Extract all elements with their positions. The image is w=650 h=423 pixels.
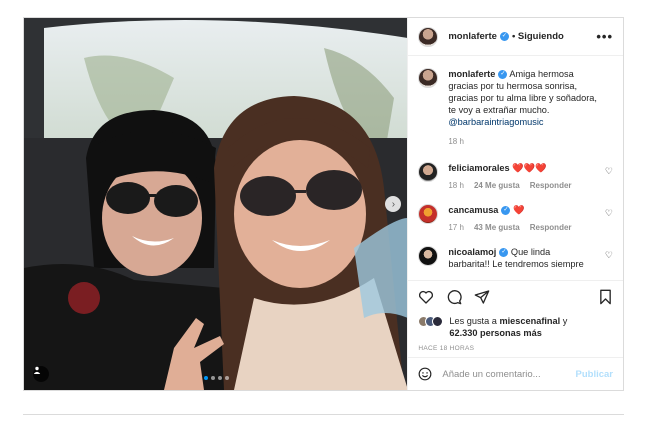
comment-username[interactable]: feliciamorales	[448, 163, 509, 173]
comment-likes[interactable]: 24 Me gusta	[474, 180, 520, 192]
verified-badge-icon: ✓	[499, 248, 509, 258]
verified-badge-icon: ✓	[499, 32, 509, 41]
carousel-dot	[225, 376, 229, 380]
carousel-dot	[218, 376, 222, 380]
comment-username[interactable]: nicoalamoj	[448, 247, 496, 257]
carousel-dot	[204, 376, 208, 380]
publish-button[interactable]: Publicar	[576, 369, 614, 380]
comment-icon[interactable]	[446, 289, 463, 305]
post-sidebar: monlaferte ✓ • Siguiendo ••• monlaferte ✓…	[407, 18, 623, 390]
heart-icon[interactable]: ♡	[605, 208, 613, 219]
likes-first-user[interactable]: miescenafinal	[499, 316, 560, 326]
carousel-dots	[204, 376, 229, 380]
action-bar: Les gusta a miescenafinal y 62.330 perso…	[408, 280, 623, 352]
selfie-image	[24, 18, 408, 390]
likes-count[interactable]: 62.330 personas más	[449, 328, 541, 338]
header-username[interactable]: monlaferte	[448, 31, 497, 42]
comments-list: monlaferte ✓ Amiga hermosa gracias por tu…	[408, 56, 623, 274]
comment-likes[interactable]: 43 Me gusta	[474, 222, 520, 234]
comment-composer: Añade un comentario... Publicar	[408, 357, 623, 390]
divider	[23, 414, 624, 423]
user-tag-icon[interactable]	[33, 366, 49, 382]
avatar[interactable]	[418, 204, 439, 224]
likes-summary: Les gusta a miescenafinal y 62.330 perso…	[418, 315, 613, 339]
post-photo[interactable]: ›	[24, 18, 408, 390]
comment-text: ❤️	[512, 205, 525, 215]
follow-status[interactable]: • Siguiendo	[512, 31, 564, 42]
verified-badge-icon: ✓	[498, 70, 508, 80]
heart-icon[interactable]: ♡	[605, 166, 613, 177]
comment-item: cancamusa ✓ ❤️ 17 h 43 Me gusta Responder…	[418, 204, 613, 234]
comment-time: 18 h	[448, 181, 464, 190]
comment-text: ❤️❤️❤️	[512, 163, 547, 173]
carousel-dot	[211, 376, 215, 380]
comment-text: Que linda	[510, 247, 551, 257]
comment-overflow-text: barbarita!! Le tendremos siempre	[448, 259, 584, 269]
likes-joiner: y	[562, 316, 568, 326]
caption-username[interactable]: monlaferte	[448, 69, 495, 79]
comment-input[interactable]: Añade un comentario...	[442, 369, 575, 380]
avatar[interactable]	[418, 162, 439, 182]
bookmark-icon[interactable]	[598, 289, 613, 305]
comment-item: nicoalamoj ✓ Que linda barbarita!! Le ten…	[418, 246, 613, 270]
comment-username[interactable]: cancamusa	[448, 205, 498, 215]
heart-icon[interactable]: ♡	[605, 250, 613, 261]
caption-time: 18 h	[448, 137, 464, 146]
share-icon[interactable]	[474, 289, 490, 305]
emoji-icon[interactable]	[418, 367, 432, 381]
comment-time: 17 h	[448, 223, 464, 232]
avatar	[432, 316, 444, 327]
caption: monlaferte ✓ Amiga hermosa gracias por tu…	[418, 68, 613, 148]
avatar[interactable]	[418, 26, 439, 47]
more-options-icon[interactable]: •••	[596, 29, 613, 44]
reply-button[interactable]: Responder	[530, 180, 572, 192]
reply-button[interactable]: Responder	[530, 222, 572, 234]
likes-prefix: Les gusta a	[449, 316, 497, 326]
heart-icon[interactable]	[418, 289, 434, 305]
avatar[interactable]	[418, 68, 439, 88]
post-header: monlaferte ✓ • Siguiendo •••	[408, 18, 623, 56]
post-timestamp[interactable]: HACE 18 HORAS	[418, 345, 613, 352]
comment-item: feliciamorales ❤️❤️❤️ 18 h 24 Me gusta R…	[418, 162, 613, 192]
avatar[interactable]	[418, 246, 439, 266]
post-frame: › monlaferte ✓ • Siguiendo ••• monlafert…	[23, 17, 624, 391]
caption-mention[interactable]: @barbaraintriagomusic	[448, 116, 599, 128]
verified-badge-icon: ✓	[501, 206, 511, 216]
